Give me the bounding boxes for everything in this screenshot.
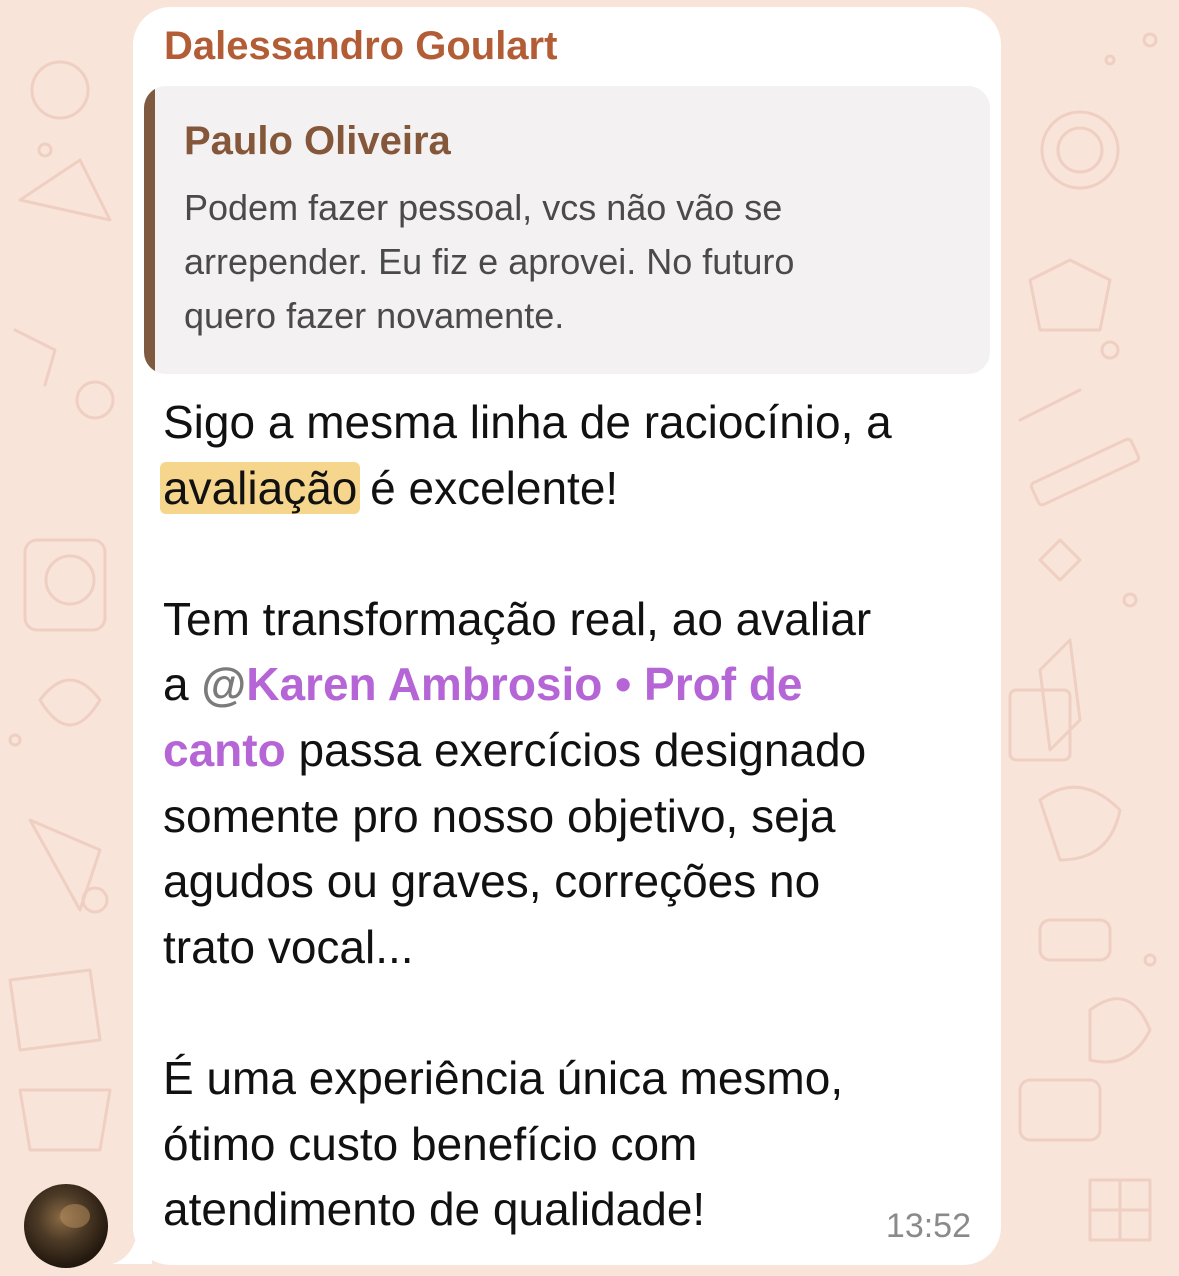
message-line: Sigo a mesma linha de raciocínio, a	[163, 396, 892, 448]
reply-quote[interactable]: Paulo Oliveira Podem fazer pessoal, vcs …	[144, 86, 990, 374]
message-line: ótimo custo benefício com	[163, 1117, 698, 1170]
sender-name[interactable]: Dalessandro Goulart	[164, 24, 557, 69]
sender-avatar[interactable]	[24, 1184, 108, 1268]
message-line: agudos ou graves, correções no	[163, 855, 821, 908]
message-line: canto passa exercícios designado	[163, 718, 983, 784]
reply-quote-bar	[144, 86, 155, 374]
reply-text: Podem fazer pessoal, vcs não vão se arre…	[184, 181, 944, 343]
reply-text-line: quero fazer novamente.	[184, 295, 565, 336]
message-line-text: é excelente!	[357, 461, 619, 514]
reply-author: Paulo Oliveira	[184, 119, 451, 163]
reply-text-line: arrepender. Eu fiz e aprovei. No futuro	[184, 241, 795, 282]
message-line: trato vocal...	[163, 920, 414, 973]
message-line: somente pro nosso objetivo, seja	[163, 789, 836, 842]
message-timestamp: 13:52	[885, 1207, 971, 1245]
message-line: Tem transformação real, ao avaliar	[163, 592, 872, 645]
message-text: Sigo a mesma linha de raciocínio, a aval…	[160, 390, 983, 1243]
user-mention[interactable]: Karen Ambrosio • Prof de	[246, 658, 802, 710]
message-line: a @Karen Ambrosio • Prof de	[163, 652, 983, 718]
mention-at-symbol[interactable]: @	[201, 658, 246, 710]
message-line-text: passa exercícios designado	[285, 723, 867, 776]
search-highlight: avaliação	[160, 461, 361, 514]
message-line-text: a	[163, 658, 202, 711]
user-mention-continued[interactable]: canto	[163, 724, 286, 776]
message-line: atendimento de qualidade!	[163, 1183, 706, 1236]
message-line: avaliação é excelente!	[160, 456, 983, 522]
message-bubble[interactable]: Dalessandro Goulart Paulo Oliveira Podem…	[133, 7, 1001, 1265]
reply-text-line: Podem fazer pessoal, vcs não vão se	[184, 187, 783, 228]
message-line: É uma experiência única mesmo,	[163, 1051, 844, 1104]
